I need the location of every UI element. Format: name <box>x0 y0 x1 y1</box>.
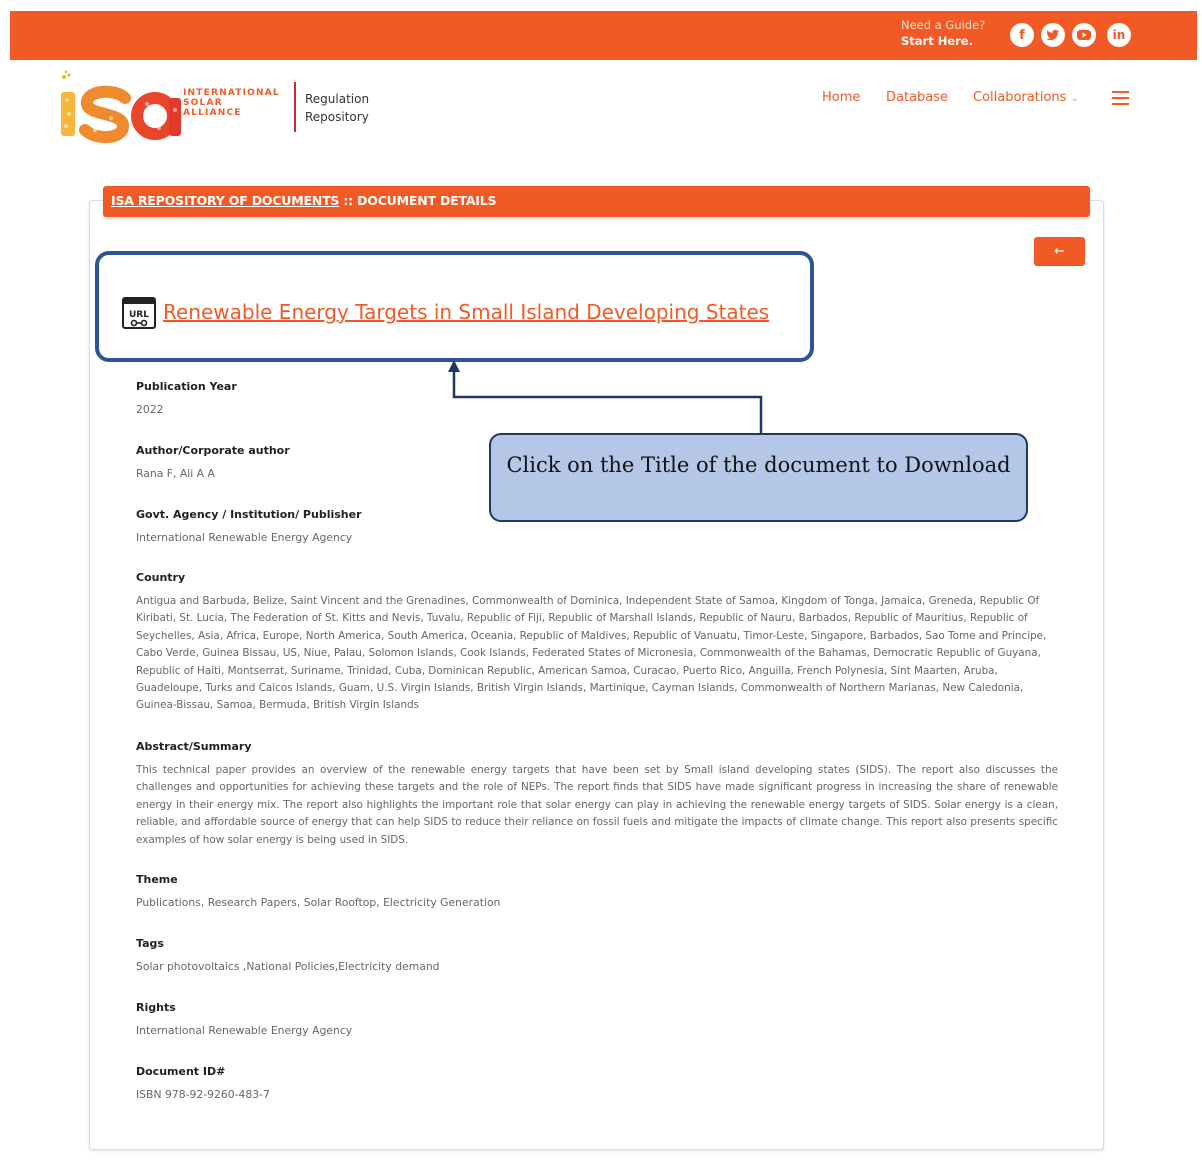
logo-product-line1: Regulation <box>305 92 370 106</box>
url-icon[interactable]: URL <box>122 297 156 329</box>
isa-logo[interactable]: INTERNATIONAL SOLAR ALLIANCE Regulation … <box>55 70 385 150</box>
back-button[interactable]: ← <box>1034 237 1085 266</box>
document-title-link[interactable]: Renewable Energy Targets in Small Island… <box>163 300 769 324</box>
svg-text:URL: URL <box>129 310 149 320</box>
top-bar: Need a Guide? Start Here. f in <box>10 11 1197 60</box>
youtube-icon[interactable] <box>1072 23 1096 47</box>
abstract-label: Abstract/Summary <box>136 740 252 753</box>
logo-divider <box>294 82 296 132</box>
author-value: Rana F, Ali A A <box>136 467 215 480</box>
theme-label: Theme <box>136 873 178 886</box>
guide-link[interactable]: Need a Guide? Start Here. <box>901 17 985 49</box>
breadcrumb-separator: :: <box>339 193 358 208</box>
tags-label: Tags <box>136 937 164 950</box>
menu-icon[interactable] <box>1112 91 1129 105</box>
publication-year-value: 2022 <box>136 403 164 416</box>
twitter-icon[interactable] <box>1041 23 1065 47</box>
logo-name-line1: INTERNATIONAL <box>183 88 280 98</box>
publisher-value: International Renewable Energy Agency <box>136 531 353 544</box>
guide-start-link[interactable]: Start Here. <box>901 33 985 49</box>
chevron-down-icon: ⌄ <box>1070 93 1079 104</box>
breadcrumb: ISA REPOSITORY OF DOCUMENTS :: DOCUMENT … <box>103 186 1090 217</box>
breadcrumb-current: DOCUMENT DETAILS <box>357 193 497 208</box>
logo-product-name: Regulation Repository <box>305 90 369 126</box>
nav-home[interactable]: Home <box>822 90 860 105</box>
document-id-value: ISBN 978-92-9260-483-7 <box>136 1088 270 1101</box>
country-label: Country <box>136 571 186 584</box>
nav-collaborations[interactable]: Collaborations ⌄ <box>973 90 1079 105</box>
arrow-left-icon: ← <box>1054 244 1065 259</box>
publication-year-label: Publication Year <box>136 380 237 393</box>
country-value: Antigua and Barbuda, Belize, Saint Vince… <box>136 595 1047 712</box>
logo-name-line2: SOLAR <box>183 98 223 108</box>
document-id-label: Document ID# <box>136 1065 226 1078</box>
rights-label: Rights <box>136 1001 176 1014</box>
breadcrumb-repository-link[interactable]: ISA REPOSITORY OF DOCUMENTS <box>111 193 339 208</box>
facebook-icon[interactable]: f <box>1010 23 1034 47</box>
annotation-arrow <box>448 360 763 434</box>
linkedin-icon[interactable]: in <box>1107 23 1131 47</box>
publisher-label: Govt. Agency / Institution/ Publisher <box>136 508 362 521</box>
logo-name-line3: ALLIANCE <box>183 108 242 118</box>
logo-product-line2: Repository <box>305 110 369 124</box>
nav-database[interactable]: Database <box>886 90 948 105</box>
logo-wordmark: INTERNATIONAL SOLAR ALLIANCE <box>183 88 280 118</box>
author-label: Author/Corporate author <box>136 444 290 457</box>
nav-collaborations-label: Collaborations <box>973 90 1067 105</box>
theme-value: Publications, Research Papers, Solar Roo… <box>136 896 501 909</box>
abstract-value: This technical paper provides an overvie… <box>136 764 1058 846</box>
tags-value: Solar photovoltaics ,National Policies,E… <box>136 960 440 973</box>
rights-value: International Renewable Energy Agency <box>136 1024 353 1037</box>
guide-question: Need a Guide? <box>901 18 986 32</box>
annotation-callout: Click on the Title of the document to Do… <box>489 433 1028 522</box>
